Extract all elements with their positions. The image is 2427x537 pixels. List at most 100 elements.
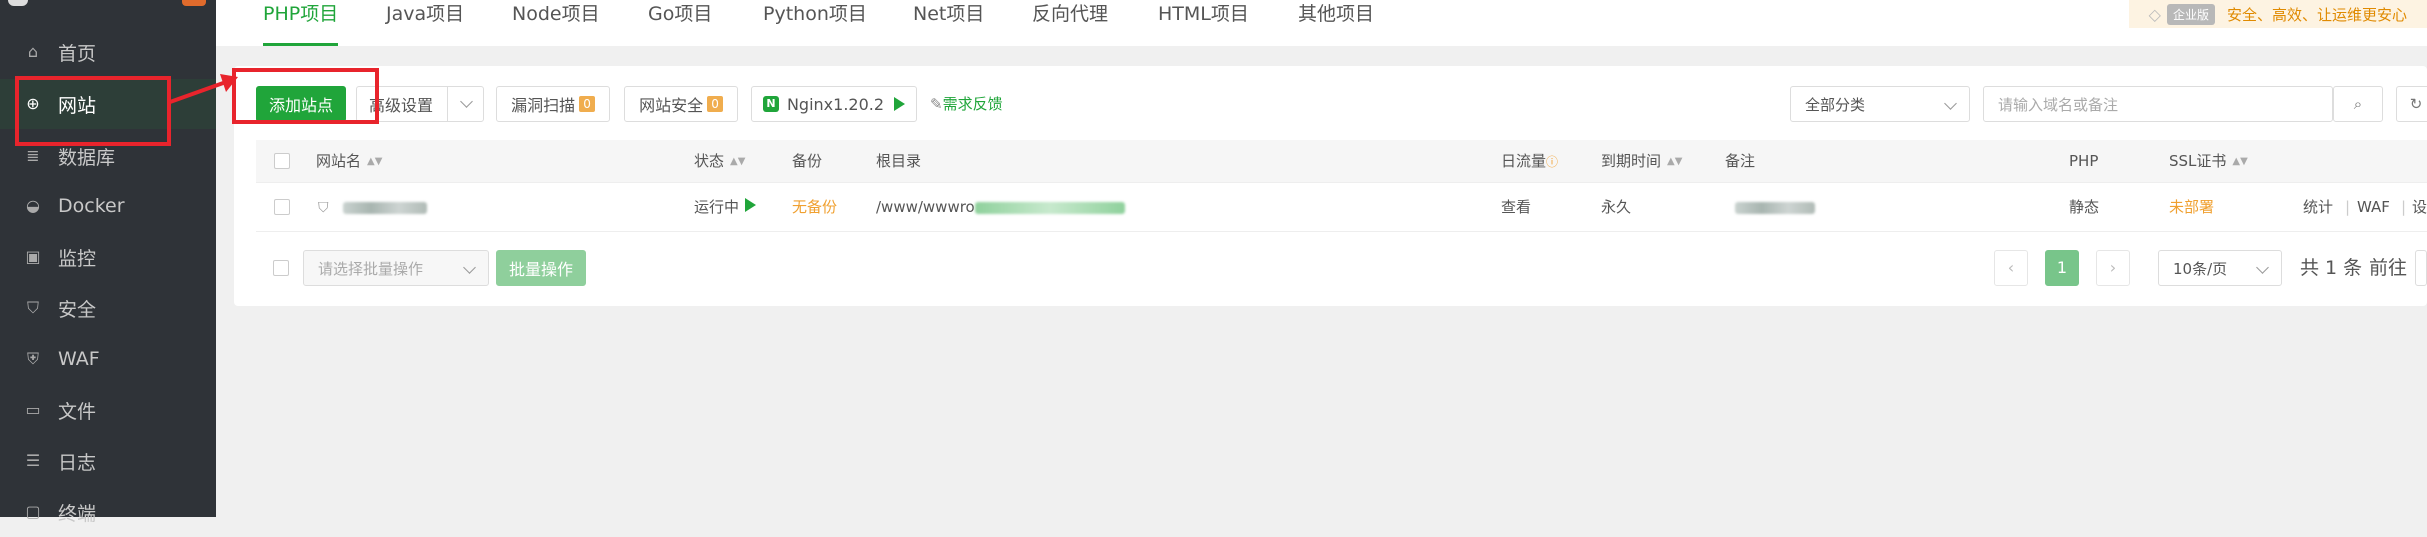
table-row: ⛉ 运行中 无备份 /www/wwwro 查看 永久 静态 未部署 统计 | W… (256, 183, 2427, 232)
divider (447, 87, 448, 121)
page-number-current[interactable]: 1 (2045, 250, 2079, 286)
sidebar-item-label: 安全 (58, 298, 97, 321)
highlight-box-website (15, 76, 171, 146)
col-expire[interactable]: 到期时间 ▲▼ (1601, 140, 1682, 183)
col-ssl[interactable]: SSL证书 ▲▼ (2169, 140, 2248, 183)
site-status[interactable]: 运行中 (694, 183, 757, 231)
root-dir-link[interactable]: /www/wwwro (876, 183, 1125, 231)
tab-java[interactable]: Java项目 (386, 0, 464, 46)
remark-value[interactable] (1735, 183, 1815, 231)
sidebar-item-terminal[interactable]: ▢ 终端 (0, 487, 216, 537)
docker-icon: ◒ (26, 196, 40, 215)
promo-text: 安全、高效、让运维更安心 (2226, 5, 2407, 24)
ssl-status-link[interactable]: 未部署 (2169, 183, 2214, 231)
sidebar-item-label: 数据库 (58, 146, 116, 169)
col-status-label: 状态 (694, 152, 725, 170)
sidebar-item-docker[interactable]: ◒ Docker (0, 181, 216, 231)
root-dir-prefix: /www/wwwro (876, 198, 975, 216)
nginx-button[interactable]: N Nginx1.20.2 (751, 86, 917, 122)
col-name[interactable]: 网站名 ▲▼ (316, 140, 382, 183)
sidebar-item-label: 监控 (58, 247, 97, 270)
tab-go[interactable]: Go项目 (648, 0, 712, 46)
settings-link[interactable]: 设 (2412, 183, 2427, 231)
col-traffic-label: 日流量 (1501, 152, 1547, 170)
batch-action-placeholder: 请选择批量操作 (318, 259, 424, 278)
batch-action-button[interactable]: 批量操作 (496, 250, 586, 286)
col-name-label: 网站名 (316, 152, 362, 170)
vuln-scan-label: 漏洞扫描 (511, 96, 576, 115)
sidebar-item-label: 终端 (58, 502, 97, 525)
logo (8, 0, 28, 6)
tab-python[interactable]: Python项目 (763, 0, 867, 46)
page-size-select[interactable]: 10条/页 (2158, 250, 2282, 286)
root-dir-redacted (974, 201, 1125, 214)
sort-icon: ▲▼ (367, 155, 383, 167)
col-php: PHP (2069, 152, 2099, 170)
site-domain-redacted (343, 201, 428, 214)
terminal-icon: ▢ (25, 502, 41, 521)
sidebar-item-logs[interactable]: ☰ 日志 (0, 436, 216, 486)
project-tabs: PHP项目 Java项目 Node项目 Go项目 Python项目 Net项目 … (216, 0, 2427, 46)
vuln-count-badge: 0 (579, 96, 595, 112)
expire-value[interactable]: 永久 (1601, 183, 1631, 231)
category-select[interactable]: 全部分类 (1790, 86, 1970, 122)
row-checkbox[interactable] (274, 199, 290, 215)
sidebar-item-label: WAF (58, 348, 100, 370)
search-button[interactable]: ⌕ (2333, 86, 2383, 122)
goto-label: 前往 (2369, 257, 2408, 279)
database-icon: ≣ (26, 146, 40, 165)
prev-page-button[interactable]: ‹ (1994, 250, 2028, 286)
col-ssl-label: SSL证书 (2169, 152, 2227, 170)
status-label: 运行中 (694, 198, 740, 216)
sort-icon: ▲▼ (2232, 155, 2248, 167)
batch-action-select[interactable]: 请选择批量操作 (303, 250, 489, 286)
search-icon: ⌕ (2353, 95, 2363, 113)
nginx-label: Nginx1.20.2 (786, 94, 885, 114)
site-security-button[interactable]: 网站安全 0 (624, 86, 738, 122)
php-version-link[interactable]: 静态 (2069, 183, 2099, 231)
sidebar-item-monitor[interactable]: ▣ 监控 (0, 232, 216, 282)
sidebar-item-files[interactable]: ▭ 文件 (0, 385, 216, 435)
sidebar-item-label: Docker (58, 195, 125, 217)
action-divider: | (2401, 198, 2407, 216)
security-count-badge: 0 (707, 96, 723, 112)
action-divider: | (2345, 198, 2351, 216)
sidebar-item-label: 日志 (58, 451, 97, 474)
col-backup: 备份 (792, 152, 823, 170)
site-name[interactable]: ⛉ (318, 183, 428, 232)
play-icon (894, 97, 906, 111)
sidebar-item-security[interactable]: ⛉ 安全 (0, 283, 216, 333)
footer-select-all-checkbox[interactable] (273, 260, 289, 276)
tab-reverse-proxy[interactable]: 反向代理 (1032, 0, 1108, 46)
backup-link[interactable]: 无备份 (792, 183, 837, 231)
chevron-down-icon (463, 261, 476, 274)
waf-icon: ⛨ (26, 349, 39, 368)
traffic-view-link[interactable]: 查看 (1501, 183, 1531, 231)
tab-node[interactable]: Node项目 (512, 0, 600, 46)
chevron-down-icon (2256, 261, 2269, 274)
shield-icon: ⛉ (26, 298, 39, 317)
sidebar-item-label: 首页 (58, 42, 97, 65)
vuln-scan-button[interactable]: 漏洞扫描 0 (496, 86, 610, 122)
stats-link[interactable]: 统计 (2303, 183, 2333, 231)
log-icon: ☰ (25, 451, 41, 470)
search-input[interactable]: 请输入域名或备注 (1983, 86, 2333, 122)
goto-page-input[interactable] (2415, 250, 2427, 286)
select-all-checkbox[interactable] (274, 153, 290, 169)
col-status[interactable]: 状态 ▲▼ (694, 140, 745, 183)
site-security-label: 网站安全 (639, 96, 704, 115)
waf-link[interactable]: WAF (2357, 183, 2390, 231)
table-header: 网站名 ▲▼ 状态 ▲▼ 备份 根目录 日流量ⓘ 到期时间 ▲▼ 备注 PHP SSL… (256, 140, 2427, 183)
sidebar-item-waf[interactable]: ⛨ WAF (0, 334, 216, 384)
refresh-button[interactable]: ↻ (2396, 86, 2427, 122)
arrow-annotation (169, 74, 238, 104)
sort-icon: ▲▼ (1667, 155, 1683, 167)
tab-html[interactable]: HTML项目 (1158, 0, 1249, 46)
page-size-value: 10条/页 (2173, 259, 2228, 278)
tab-net[interactable]: Net项目 (913, 0, 984, 46)
tab-php[interactable]: PHP项目 (263, 0, 339, 46)
feedback-link[interactable]: ✎需求反馈 (930, 86, 1003, 122)
enterprise-promo[interactable]: ◇ 企业版 安全、高效、让运维更安心 (2128, 0, 2427, 28)
next-page-button[interactable]: › (2096, 250, 2130, 286)
tab-other[interactable]: 其他项目 (1298, 0, 1374, 46)
